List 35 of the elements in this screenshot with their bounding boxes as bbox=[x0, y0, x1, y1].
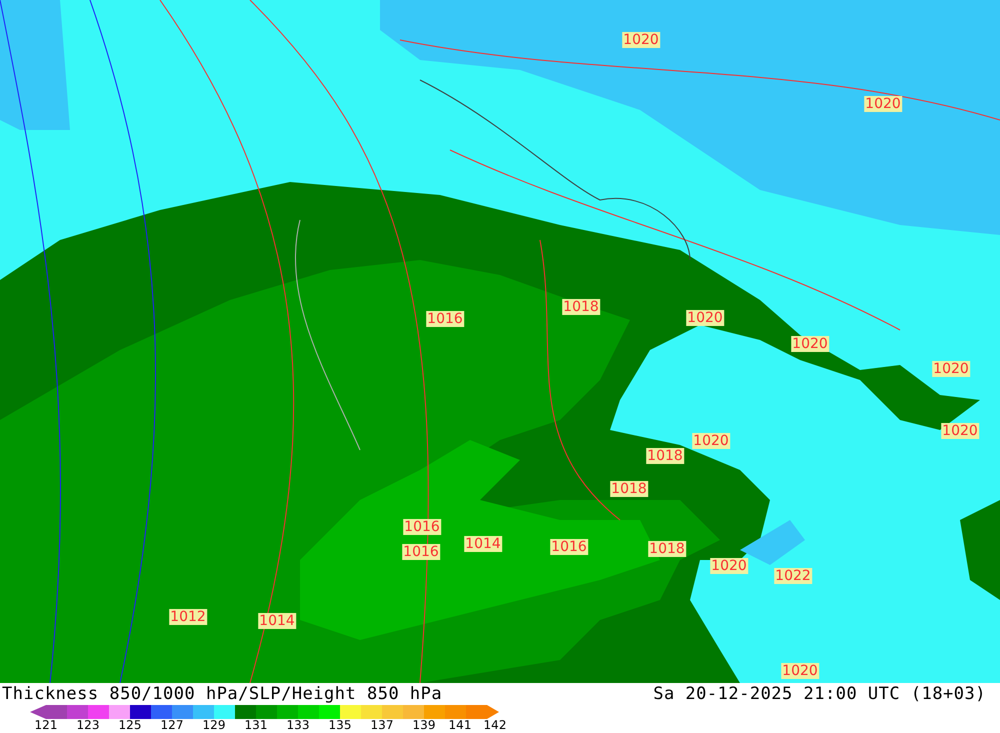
isobar-label: 1014 bbox=[258, 613, 296, 629]
scale-label: 127 bbox=[160, 718, 184, 732]
isobar-label: 1020 bbox=[622, 32, 660, 48]
isobar-label: 1016 bbox=[426, 311, 464, 327]
isobar-label: 1018 bbox=[562, 299, 600, 315]
scale-label: 142 bbox=[484, 718, 506, 732]
isobar-label: 1020 bbox=[791, 336, 829, 352]
scale-label: 139 bbox=[412, 718, 436, 732]
isobar-label: 1020 bbox=[932, 361, 970, 377]
isobar-label: 1022 bbox=[774, 568, 812, 584]
scale-label: 133 bbox=[286, 718, 310, 732]
scale-label: 141 bbox=[448, 718, 472, 732]
scale-label: 129 bbox=[202, 718, 226, 732]
isobar-label: 1012 bbox=[169, 609, 207, 625]
scale-label: 125 bbox=[118, 718, 142, 732]
isobar-label: 1020 bbox=[710, 558, 748, 574]
isobar-label: 1016 bbox=[403, 519, 441, 535]
scale-label: 123 bbox=[76, 718, 100, 732]
isobar-label: 1018 bbox=[610, 481, 648, 497]
isobar-label: 1020 bbox=[864, 96, 902, 112]
isobar-label: 1018 bbox=[646, 448, 684, 464]
isobar-label: 1020 bbox=[781, 663, 819, 679]
valid-time: Sa 20-12-2025 21:00 UTC (18+03) bbox=[653, 683, 986, 705]
scale-label: 121 bbox=[34, 718, 58, 732]
isobar-label: 1014 bbox=[464, 536, 502, 552]
isobar-label: 1020 bbox=[941, 423, 979, 439]
isobar-label: 1016 bbox=[402, 544, 440, 560]
scale-label: 137 bbox=[370, 718, 394, 732]
isobar-label: 1018 bbox=[648, 541, 686, 557]
scale-label: 131 bbox=[244, 718, 268, 732]
isobar-label: 1020 bbox=[692, 433, 730, 449]
map-title: Thickness 850/1000 hPa/SLP/Height 850 hPa bbox=[2, 683, 442, 705]
scale-label: 135 bbox=[328, 718, 352, 732]
isobar-label: 1020 bbox=[686, 310, 724, 326]
isobar-label: 1016 bbox=[550, 539, 588, 555]
